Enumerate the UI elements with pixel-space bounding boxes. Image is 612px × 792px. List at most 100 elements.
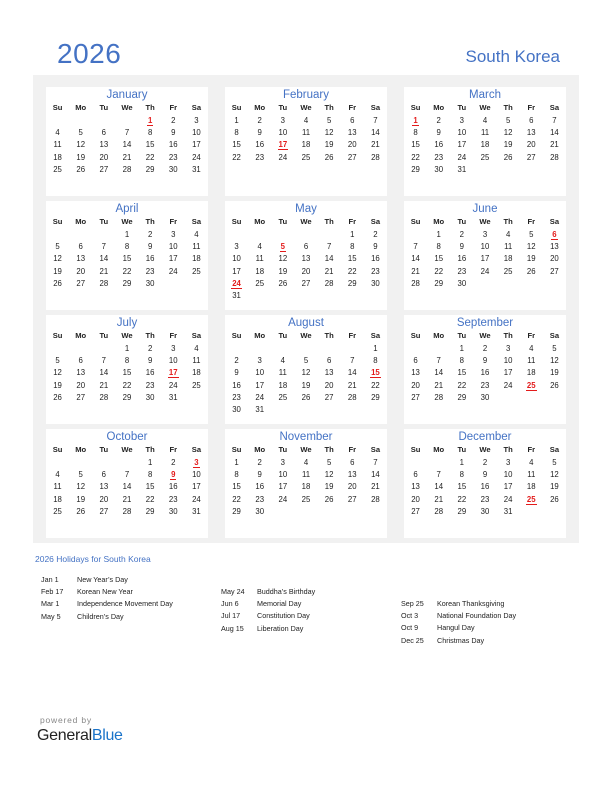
weekday-label: Th [324, 103, 334, 112]
day: 2 [436, 115, 441, 125]
day: 2 [373, 229, 378, 239]
day: 28 [347, 392, 357, 402]
day: 30 [434, 164, 444, 174]
day: 17 [503, 482, 513, 492]
day: 8 [234, 128, 239, 138]
day: 15 [457, 368, 467, 378]
weekday-label: Th [145, 217, 155, 226]
day: 18 [278, 380, 288, 390]
day: 1 [459, 457, 465, 467]
day: 9 [147, 356, 153, 366]
day: 15 [347, 254, 357, 264]
day: 16 [255, 482, 265, 492]
day: 2 [147, 343, 153, 353]
month-title: April [115, 203, 139, 215]
week-row: 11 12 13 14 15 16 17 [46, 139, 208, 151]
weekday-header: Su Mo Tu We Th Fr Sa [46, 444, 208, 456]
day: 22 [411, 152, 420, 162]
day: 1 [436, 229, 441, 239]
day: 6 [413, 356, 418, 366]
weekday-label: We [121, 217, 133, 226]
day: 19 [278, 266, 288, 276]
weekday-label: Tu [278, 445, 288, 454]
holiday-item: Oct 9 Hangul Day [401, 622, 516, 634]
day: 2 [257, 457, 262, 467]
day: 10 [480, 242, 490, 252]
week-row: 29 30 31 [404, 164, 566, 176]
holiday-item: Jun 6 Memorial Day [221, 598, 315, 610]
empty-day [543, 164, 566, 176]
holiday-item: Jul 17 Constitution Day [221, 610, 315, 622]
empty-day [271, 290, 294, 302]
weekday-label: Th [324, 217, 334, 226]
day: 26 [324, 152, 334, 162]
day: 12 [76, 140, 86, 150]
day: 18 [301, 140, 311, 150]
day: 8 [234, 470, 239, 480]
day: 24 [192, 152, 201, 162]
month-title: September [456, 317, 514, 329]
weekday-label: Fr [527, 217, 536, 226]
day: 9 [459, 242, 465, 252]
day: 30 [168, 506, 178, 516]
day: 11 [278, 368, 287, 378]
day: 27 [411, 392, 420, 402]
day: 20 [411, 494, 420, 504]
weekday-label: Su [52, 331, 63, 340]
day: 18 [53, 152, 62, 162]
weekday-label: Mo [75, 217, 87, 226]
day: 5 [303, 356, 309, 366]
day: 17 [192, 140, 201, 150]
day: 23 [255, 494, 265, 504]
holiday-day: 5 [271, 241, 294, 253]
empty-day [520, 164, 543, 176]
day: 7 [124, 128, 130, 138]
weekday-label: Mo [254, 331, 266, 340]
day: 15 [232, 482, 241, 492]
day: 14 [122, 140, 132, 150]
holiday-day-number: 1 [412, 115, 419, 126]
day: 24 [192, 494, 201, 504]
weekday-label: Sa [370, 331, 381, 340]
holiday-item: May 24 Buddha’s Birthday [221, 586, 315, 598]
weekday-label: Fr [169, 445, 178, 454]
day: 27 [347, 152, 357, 162]
day: 2 [171, 115, 176, 125]
weekday-label: Th [503, 331, 513, 340]
weekday-label: Tu [99, 103, 109, 112]
holiday-name: Hangul Day [437, 623, 475, 633]
weekday-header: Su Mo Tu We Th Fr Sa [46, 330, 208, 342]
week-row: 23 24 25 26 27 28 29 [225, 392, 387, 404]
day: 3 [459, 115, 465, 125]
day: 24 [503, 494, 513, 504]
day: 19 [526, 254, 536, 264]
weekday-header: Su Mo Tu We Th Fr Sa [46, 102, 208, 114]
weekday-label: Tu [278, 103, 288, 112]
week-row: 18 19 20 21 22 23 24 [46, 152, 208, 164]
week-row: 30 31 [225, 404, 387, 416]
day: 30 [145, 392, 155, 402]
week-row: 8 9 10 11 12 13 14 [225, 127, 387, 139]
week-row: 5 6 7 8 9 10 11 [46, 241, 208, 253]
weekday-label: We [300, 217, 312, 226]
holiday-date: Jul 17 [221, 611, 241, 621]
day: 23 [168, 152, 178, 162]
empty-day [341, 404, 364, 416]
day: 7 [101, 356, 107, 366]
holiday-day-number: 1 [146, 115, 154, 126]
month-november: November Su Mo Tu We Th Fr Sa 1 2 3 4 5 6 7 8 9 10 11 12 13 1… [225, 429, 387, 538]
week-row: 6 7 8 9 10 11 12 [404, 469, 566, 481]
weekday-label: Th [324, 445, 334, 454]
weekday-label: Fr [348, 445, 357, 454]
month-title: November [279, 431, 333, 443]
empty-day [46, 343, 69, 355]
empty-day [341, 290, 364, 302]
week-row: 13 14 15 16 17 18 19 [404, 481, 566, 493]
weekday-label: Fr [527, 103, 536, 112]
day: 17 [480, 254, 490, 264]
brand-blue: Blue [91, 727, 123, 744]
day: 2 [482, 457, 488, 467]
empty-day [318, 343, 341, 355]
day: 13 [76, 254, 86, 264]
day: 18 [192, 254, 201, 264]
